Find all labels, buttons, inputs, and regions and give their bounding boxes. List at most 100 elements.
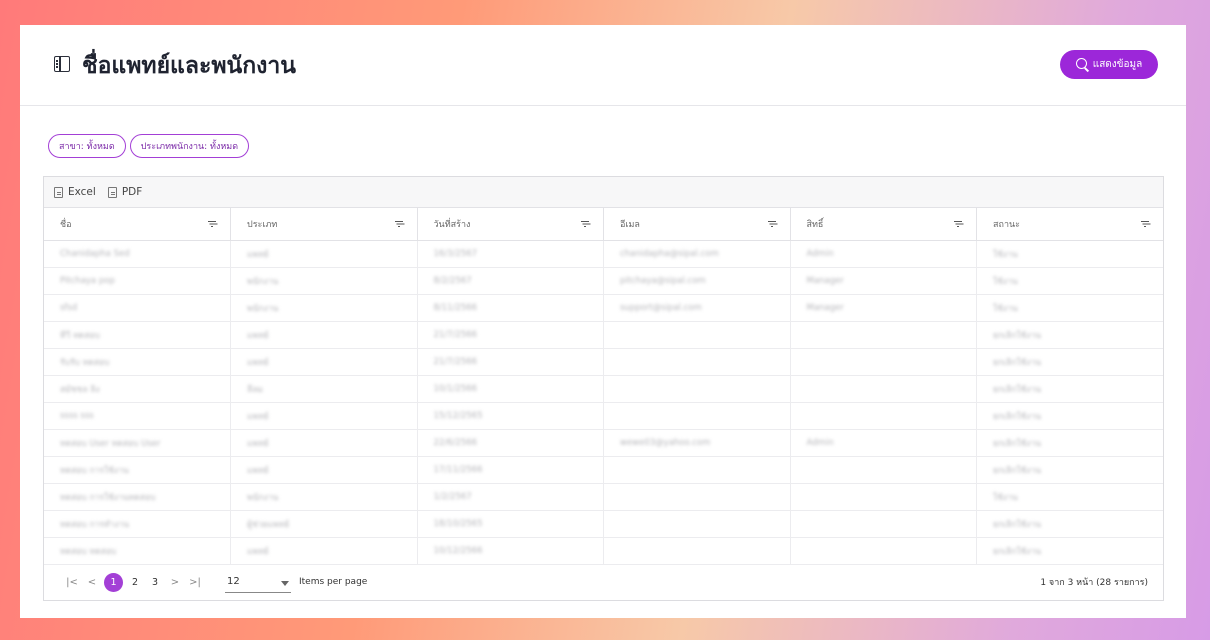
- employee-type-filter-chip[interactable]: ประเภทพนักงาน: ทั้งหมด: [129, 134, 250, 158]
- table-cell: 10/1/2566: [417, 375, 604, 403]
- table-cell: ใช้งาน: [976, 240, 1163, 268]
- column-header[interactable]: วันที่สร้าง: [417, 208, 604, 241]
- table-cell: ยกเลิกใช้งาน: [976, 537, 1163, 565]
- main-card: ชื่อแพทย์และพนักงาน แสดงข้อมูล สาขา: ทั้…: [20, 25, 1186, 618]
- column-header-label: วันที่สร้าง: [433, 219, 471, 230]
- page-2-button[interactable]: 2: [125, 577, 145, 588]
- table-cell: ยกเลิกใช้งาน: [976, 321, 1163, 349]
- table-cell: [603, 375, 791, 403]
- table-row[interactable]: ทดสอบ การใช้งานทดสอบ พนักงาน 1/2/2567 ใช้งา…: [44, 483, 1163, 511]
- table-cell: ยกเลิกใช้งาน: [976, 429, 1163, 457]
- table-cell: [603, 321, 791, 349]
- table-cell: [790, 375, 977, 403]
- next-page-button[interactable]: >: [165, 577, 185, 588]
- header-row: ชื่อ ประเภท วันที่สร้าง อีเมล สิทธิ์ สถานะ: [44, 208, 1163, 241]
- show-data-button[interactable]: แสดงข้อมูล: [1060, 50, 1158, 79]
- table-row[interactable]: ทดสอบ User ทดสอบ User แพทย์ 22/6/2566 wewe0…: [44, 429, 1163, 457]
- page-size-select[interactable]: 12: [225, 571, 291, 593]
- table-cell: 10/12/2566: [417, 537, 604, 565]
- table-cell: 1/2/2567: [417, 483, 604, 511]
- table-cell: 15/12/2565: [417, 402, 604, 430]
- table-body: Chanidapha Sed แพทย์ 16/3/2567 chanidapha@s…: [44, 240, 1163, 565]
- table-cell: แพทย์: [230, 240, 418, 268]
- table-row[interactable]: ทดสอบ การใช้งาน แพทย์ 17/11/2566 ยกเลิกใช้ง…: [44, 456, 1163, 484]
- filter-icon[interactable]: [581, 221, 589, 227]
- column-header[interactable]: อีเมล: [603, 208, 791, 241]
- items-per-page-label: Items per page: [299, 577, 368, 587]
- table-row[interactable]: รับรับ ทดสอบ แพทย์ 21/7/2566 ยกเลิกใช้งาน: [44, 348, 1163, 376]
- table-cell: Pitchaya pop: [44, 267, 231, 295]
- export-excel-button[interactable]: Excel: [54, 186, 96, 198]
- table-cell: 16/3/2567: [417, 240, 604, 268]
- table-cell: [790, 321, 977, 349]
- table-cell: wewe03@yahoo.com: [603, 429, 791, 457]
- table-cell: แพทย์: [230, 537, 418, 565]
- table-cell: [603, 483, 791, 511]
- table-row[interactable]: sfsd พนักงาน 8/11/2566 support@sipal.com Man…: [44, 294, 1163, 322]
- table-cell: ผู้ช่วยแพทย์: [230, 510, 418, 538]
- page-title: ชื่อแพทย์และพนักงาน: [82, 53, 296, 79]
- search-icon: [1075, 58, 1089, 71]
- filter-chips: สาขา: ทั้งหมด ประเภทพนักงาน: ทั้งหมด: [48, 134, 250, 158]
- column-header[interactable]: ชื่อ: [44, 208, 231, 241]
- table-cell: sfsd: [44, 294, 231, 322]
- page-3-button[interactable]: 3: [145, 577, 165, 588]
- table-cell: [790, 510, 977, 538]
- export-pdf-button[interactable]: PDF: [107, 186, 142, 198]
- sidebar-toggle-icon[interactable]: [54, 56, 70, 72]
- table-cell: พนักงาน: [230, 483, 418, 511]
- table-cell: ยกเลิกใช้งาน: [976, 402, 1163, 430]
- column-header[interactable]: ประเภท: [230, 208, 418, 241]
- filter-icon[interactable]: [394, 221, 403, 227]
- column-header-label: อีเมล: [620, 219, 640, 230]
- table-cell: ยกเลิกใช้งาน: [976, 375, 1163, 403]
- table-row[interactable]: ทดสอบ ทดสอบ แพทย์ 10/12/2566 ยกเลิกใช้งาน: [44, 537, 1163, 565]
- table-cell: แพทย์: [230, 321, 418, 349]
- table-row[interactable]: สมัชชล ลิง ลีลม 10/1/2566 ยกเลิกใช้งาน: [44, 375, 1163, 403]
- pdf-file-icon: [107, 186, 117, 198]
- table-cell: Chanidapha Sed: [44, 240, 231, 268]
- table-row[interactable]: ทีวี ทดสอบ แพทย์ 21/7/2566 ยกเลิกใช้งาน: [44, 321, 1163, 349]
- column-header[interactable]: สิทธิ์: [790, 208, 977, 241]
- table-cell: pitchaya@sipal.com: [603, 267, 791, 295]
- table-cell: 8/11/2566: [417, 294, 604, 322]
- show-data-label: แสดงข้อมูล: [1092, 59, 1143, 70]
- table-cell: ใช้งาน: [976, 483, 1163, 511]
- page-1-button[interactable]: 1: [104, 572, 123, 592]
- table-cell: [603, 510, 791, 538]
- pagination: |< < 1 2 3 > >| 12 Items per page 1 จาก …: [44, 564, 1163, 600]
- column-header[interactable]: สถานะ: [976, 208, 1163, 241]
- last-page-button[interactable]: >|: [185, 577, 205, 588]
- branch-filter-chip[interactable]: สาขา: ทั้งหมด: [48, 134, 126, 158]
- table-cell: [790, 402, 977, 430]
- table-row[interactable]: Pitchaya pop พนักงาน 8/2/2567 pitchaya@sipa…: [44, 267, 1163, 295]
- table-cell: [603, 402, 791, 430]
- table-row[interactable]: Chanidapha Sed แพทย์ 16/3/2567 chanidapha@s…: [44, 240, 1163, 268]
- column-header-label: ชื่อ: [60, 219, 72, 230]
- filter-icon[interactable]: [954, 221, 962, 227]
- table-cell: พนักงาน: [230, 294, 418, 322]
- table-row[interactable]: ssss sss แพทย์ 15/12/2565 ยกเลิกใช้งาน: [44, 402, 1163, 430]
- filter-icon[interactable]: [767, 221, 776, 227]
- table-cell: 8/2/2567: [417, 267, 604, 295]
- filter-icon[interactable]: [208, 221, 216, 227]
- first-page-button[interactable]: |<: [62, 577, 82, 588]
- table-cell: [603, 456, 791, 484]
- table-cell: Manager: [790, 294, 977, 322]
- page-header: ชื่อแพทย์และพนักงาน แสดงข้อมูล: [20, 25, 1186, 106]
- table-cell: ทดสอบ การทำงาน: [44, 510, 231, 538]
- table-cell: ยกเลิกใช้งาน: [976, 510, 1163, 538]
- prev-page-button[interactable]: <: [82, 577, 102, 588]
- table-cell: ทดสอบ การใช้งานทดสอบ: [44, 483, 231, 511]
- table-cell: ทีวี ทดสอบ: [44, 321, 231, 349]
- filter-icon[interactable]: [1141, 221, 1149, 227]
- table-cell: ใช้งาน: [976, 267, 1163, 295]
- table-cell: พนักงาน: [230, 267, 418, 295]
- table-cell: ทดสอบ User ทดสอบ User: [44, 429, 231, 457]
- table-cell: ssss sss: [44, 402, 231, 430]
- table-cell: ยกเลิกใช้งาน: [976, 348, 1163, 376]
- table-cell: แพทย์: [230, 429, 418, 457]
- table-cell: [603, 348, 791, 376]
- page-range-info: 1 จาก 3 หน้า (28 รายการ): [1040, 578, 1148, 588]
- table-row[interactable]: ทดสอบ การทำงาน ผู้ช่วยแพทย์ 18/10/2565 ยกเล…: [44, 510, 1163, 538]
